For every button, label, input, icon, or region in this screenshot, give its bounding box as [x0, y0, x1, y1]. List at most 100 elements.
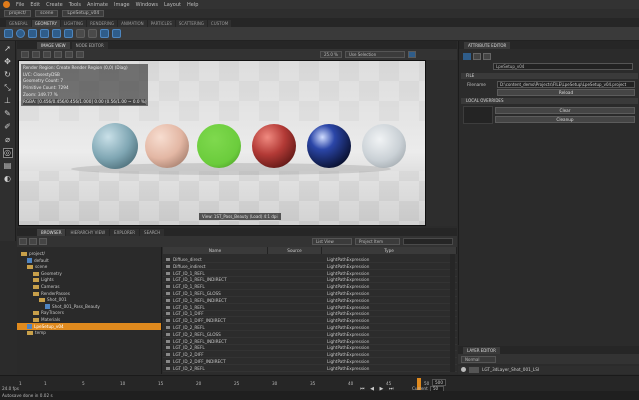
left-toolbar: ➚ ✥ ↻ ⤡ ⊥ ✎ ✐ ⌀ ◎ ▤ ◐ [0, 41, 16, 241]
tab-hierarchy-view[interactable]: HIERARCHY VIEW [66, 228, 110, 236]
breadcrumb-project[interactable]: project/ [4, 10, 32, 17]
curve-icon[interactable] [88, 29, 97, 38]
timeline-tick: 40 [348, 381, 354, 386]
eyedropper-icon[interactable]: ⌀ [3, 135, 13, 145]
menu-help[interactable]: Help [187, 2, 198, 8]
tab-rendering[interactable]: RENDERING [87, 20, 118, 27]
link-icon[interactable] [483, 53, 491, 60]
timeline-tick: 25 [234, 381, 240, 386]
tree-item-label: Materials [41, 317, 61, 322]
tab-lighting[interactable]: LIGHTING [60, 20, 87, 27]
table-row[interactable]: LGT_ID_2_REFL LightPathExpression [163, 365, 457, 372]
render-icon[interactable] [21, 51, 29, 58]
group-icon[interactable] [112, 29, 121, 38]
overrides-list[interactable] [463, 106, 493, 124]
visibility-icon[interactable] [461, 367, 466, 372]
folder-icon [33, 271, 39, 276]
pen-icon[interactable]: ✐ [3, 122, 13, 132]
tab-scattering[interactable]: SCATTERING [175, 20, 207, 27]
forward-icon[interactable] [29, 238, 37, 245]
column-header-type[interactable]: Type [322, 247, 457, 254]
pin-icon[interactable] [473, 53, 481, 60]
timeline[interactable]: 1 1 5 10 15 20 25 30 35 40 45 50 500 ⏮ ◀ ▶ ⏭ Curre… [0, 375, 639, 392]
tab-animation[interactable]: ANIMATION [118, 20, 147, 27]
zoom-select[interactable]: 25.0 % [320, 51, 342, 58]
filename-field[interactable]: D:\content_demo\Projects\FILE\LpeSetup\L… [497, 81, 635, 88]
end-frame-field[interactable]: 500 [432, 379, 446, 386]
tab-search[interactable]: SEARCH [140, 228, 165, 236]
paint-bucket-icon[interactable]: ◐ [3, 174, 13, 184]
tab-browser[interactable]: BROWSER [37, 228, 66, 236]
section-local-overrides[interactable]: LOCAL OVERRIDES [461, 98, 638, 104]
channel-icon[interactable] [65, 51, 73, 58]
instance-icon[interactable] [100, 29, 109, 38]
selection-dropdown[interactable]: Use Selection [344, 51, 405, 58]
row-type: LightPathExpression [327, 365, 370, 371]
sphere-icon[interactable] [16, 29, 25, 38]
status-bar: Autosave done in 0.02 s [0, 391, 639, 400]
pivot-icon[interactable]: ⊥ [3, 96, 13, 106]
back-icon[interactable] [19, 238, 27, 245]
tab-explorer[interactable]: EXPLORER [110, 228, 140, 236]
tab-attribute-editor[interactable]: ATTRIBUTE EDITOR [464, 42, 511, 49]
stop-icon[interactable] [32, 51, 40, 58]
mesh-icon[interactable] [76, 29, 85, 38]
brush-icon[interactable]: ✎ [3, 109, 13, 119]
rotate-icon[interactable]: ↻ [3, 70, 13, 80]
menu-animate[interactable]: Animate [87, 2, 108, 8]
exposure-icon[interactable] [76, 51, 84, 58]
menu-tools[interactable]: Tools [69, 2, 81, 8]
column-header-source[interactable]: Source [268, 247, 322, 254]
folder-icon [33, 278, 39, 283]
menu-windows[interactable]: Windows [136, 2, 158, 8]
timeline-tick: 35 [310, 381, 316, 386]
lock-icon[interactable] [407, 51, 416, 58]
layer-toolbar: Normal [458, 354, 639, 364]
ruler-icon[interactable]: ▤ [3, 161, 13, 171]
tab-custom[interactable]: CUSTOM [207, 20, 232, 27]
select-arrow-icon[interactable]: ➚ [3, 44, 13, 54]
plane-icon[interactable] [64, 29, 73, 38]
cube-icon[interactable] [4, 29, 13, 38]
menu-image[interactable]: Image [114, 2, 130, 8]
home-icon[interactable] [39, 238, 47, 245]
torus-icon[interactable] [52, 29, 61, 38]
tab-geometry[interactable]: GEOMETRY [31, 20, 60, 27]
cone-icon[interactable] [40, 29, 49, 38]
breadcrumb-scene[interactable]: scene [35, 10, 59, 17]
reload-button[interactable]: Reload [497, 89, 635, 96]
target-icon[interactable]: ◎ [2, 148, 13, 158]
tab-image-view[interactable]: IMAGE VIEW [37, 41, 70, 49]
project-item-dropdown[interactable]: Project Item [355, 238, 400, 245]
tab-particles[interactable]: PARTICLES [147, 20, 175, 27]
layer-row[interactable]: LGT_3dLayer_Shot_001_LSI [458, 366, 639, 374]
list-view-dropdown[interactable]: List View [312, 238, 352, 245]
tab-layer-editor[interactable]: LAYER EDITOR [463, 347, 500, 354]
clear-button[interactable]: Clear [495, 107, 635, 114]
browser-tabs: BROWSER HIERARCHY VIEW EXPLORER SEARCH [17, 228, 457, 236]
section-file[interactable]: FILE [461, 73, 638, 79]
compare-icon[interactable] [54, 51, 62, 58]
lpe-icon [166, 319, 170, 323]
node-name-field[interactable]: LpeSetup_v04 [493, 63, 633, 70]
sphere-red-metal [252, 124, 296, 168]
lpe-icon [166, 258, 170, 261]
tab-node-editor[interactable]: NODE EDITOR [71, 41, 108, 49]
scale-icon[interactable]: ⤡ [3, 83, 13, 93]
menu-layout[interactable]: Layout [164, 2, 181, 8]
menu-file[interactable]: File [16, 2, 24, 8]
render-viewport[interactable]: Render Region: Create Render Region (0,0… [18, 60, 426, 226]
cylinder-icon[interactable] [28, 29, 37, 38]
snapshot-icon[interactable] [43, 51, 51, 58]
cleanup-button[interactable]: Cleanup [495, 116, 635, 123]
search-input[interactable] [403, 238, 453, 245]
tab-general[interactable]: GENERAL [6, 20, 31, 27]
blend-mode-dropdown[interactable]: Normal [461, 356, 496, 363]
menu-create[interactable]: Create [46, 2, 63, 8]
move-icon[interactable]: ✥ [3, 57, 13, 67]
column-header-name[interactable]: Name [163, 247, 268, 254]
breadcrumb-file[interactable]: LpeSetup_v04 [62, 10, 105, 17]
table-scrollbar[interactable] [450, 254, 455, 372]
menu-edit[interactable]: Edit [30, 2, 40, 8]
tree-item[interactable]: temp [17, 329, 161, 336]
